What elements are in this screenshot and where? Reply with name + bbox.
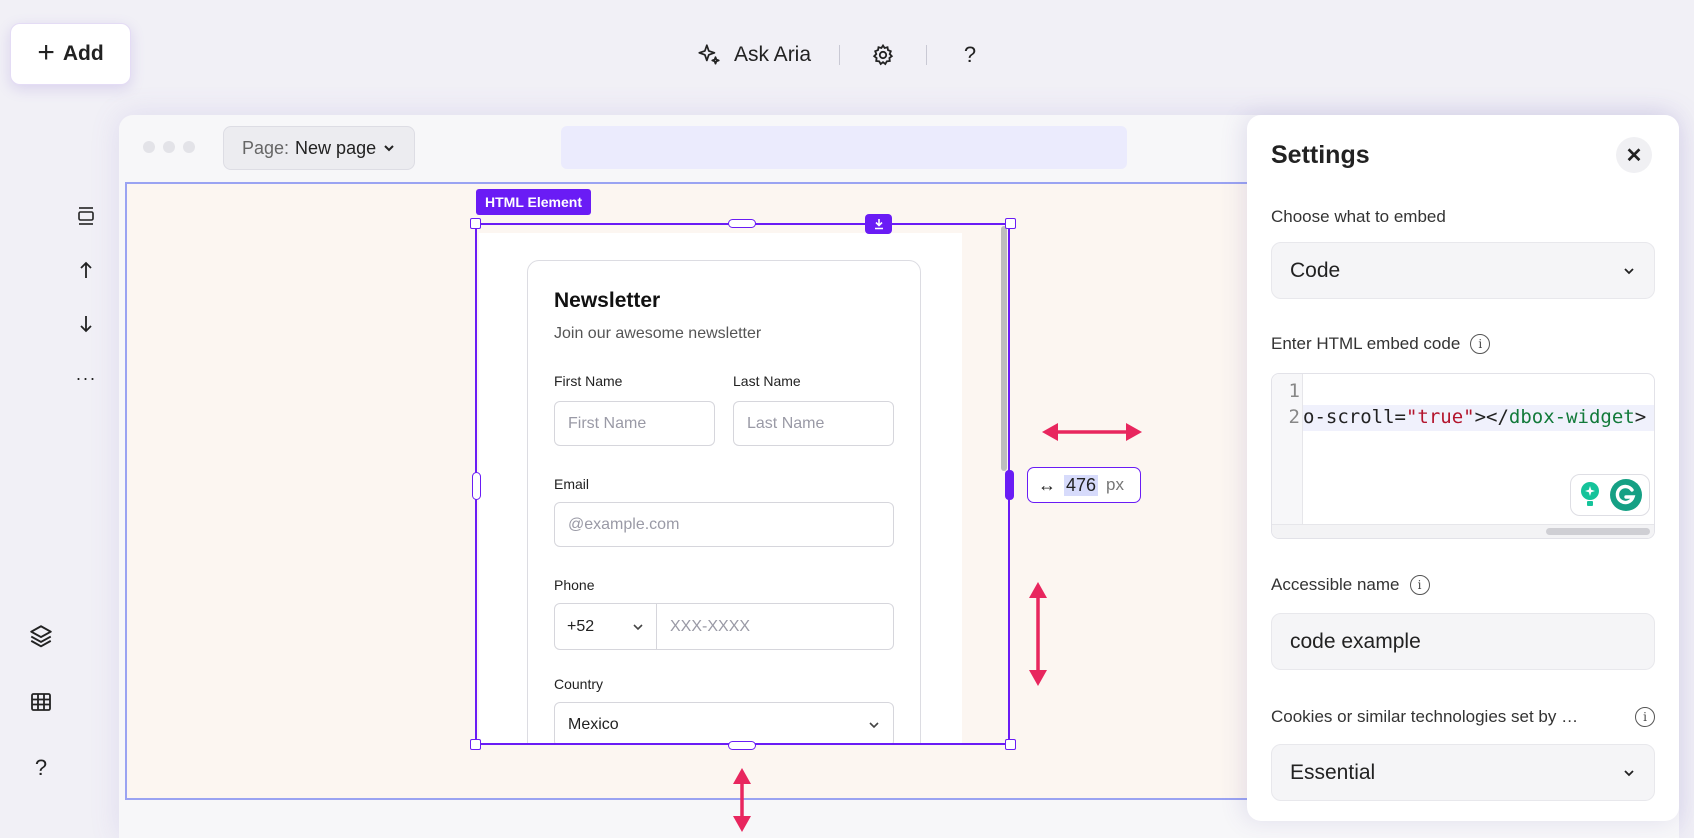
resize-handle-right-active[interactable] xyxy=(1005,470,1014,500)
vertical-guide-arrow xyxy=(1029,582,1047,686)
close-button[interactable]: ✕ xyxy=(1616,137,1652,173)
stretch-handle[interactable] xyxy=(865,214,892,234)
divider xyxy=(839,45,841,65)
horizontal-guide-arrow xyxy=(1042,423,1142,441)
ask-aria-button[interactable]: Ask Aria xyxy=(696,42,811,68)
width-value: 476 xyxy=(1064,474,1099,496)
width-unit: px xyxy=(1106,475,1125,494)
close-icon: ✕ xyxy=(1625,144,1643,167)
arrow-down-icon xyxy=(80,316,92,333)
move-up-button[interactable] xyxy=(72,254,100,286)
plus-icon: + xyxy=(37,36,55,69)
resize-handle-top[interactable] xyxy=(728,219,756,228)
window-dots xyxy=(143,141,195,153)
page-selector[interactable]: Page: New page xyxy=(223,126,416,170)
cookies-select[interactable]: Essential xyxy=(1271,744,1655,801)
bulb-icon xyxy=(1581,482,1599,506)
embed-code-label: Enter HTML embed code i xyxy=(1271,334,1491,354)
grammarly-widget[interactable] xyxy=(1570,474,1650,516)
resize-handle-top-right[interactable] xyxy=(1005,218,1016,229)
add-button-label: Add xyxy=(62,42,104,65)
chevron-down-icon xyxy=(1624,769,1634,776)
resize-handle-left[interactable] xyxy=(472,472,481,500)
embed-type-select[interactable]: Code xyxy=(1271,242,1655,299)
more-icon: ··· xyxy=(75,367,97,388)
settings-button[interactable] xyxy=(868,40,898,70)
chevron-down-icon xyxy=(1624,267,1634,274)
grammarly-icon xyxy=(1610,479,1642,511)
sparkle-icon xyxy=(698,44,720,65)
settings-panel: Settings ✕ Choose what to embed Code Ent… xyxy=(1247,115,1679,821)
top-toolbar: Ask Aria ? xyxy=(696,38,985,72)
embed-type-value: Code xyxy=(1290,258,1341,282)
line-number: 2 xyxy=(1288,406,1300,428)
accessible-name-input[interactable]: code example xyxy=(1271,613,1655,670)
move-down-button[interactable] xyxy=(72,308,100,340)
sidebar-help-button[interactable]: ? xyxy=(24,752,58,784)
line-number: 1 xyxy=(1288,380,1300,402)
grid-button[interactable] xyxy=(24,686,58,718)
more-options-button[interactable]: ··· xyxy=(72,362,100,394)
page-selector-value: New page xyxy=(295,137,377,158)
layers-button[interactable] xyxy=(24,620,58,652)
code-horizontal-scrollbar[interactable] xyxy=(1272,524,1654,538)
settings-title: Settings xyxy=(1271,141,1370,169)
layout-tool[interactable] xyxy=(72,200,100,232)
info-icon[interactable]: i xyxy=(1635,707,1655,727)
add-button[interactable]: + Add xyxy=(10,23,131,85)
width-input[interactable]: ↔ 476 px xyxy=(1027,467,1141,503)
resize-handle-top-left[interactable] xyxy=(470,218,481,229)
ask-aria-label: Ask Aria xyxy=(734,43,812,66)
cookies-label: Cookies or similar technologies set by …… xyxy=(1271,707,1655,727)
gear-icon xyxy=(872,43,894,66)
left-sidebar: ? xyxy=(24,620,58,784)
bottom-guide-arrow xyxy=(733,768,751,832)
help-label: ? xyxy=(963,42,977,67)
arrow-up-icon xyxy=(80,261,92,278)
resize-handle-bottom-right[interactable] xyxy=(1005,739,1016,750)
cookies-value: Essential xyxy=(1290,760,1376,784)
accessible-name-label: Accessible name i xyxy=(1271,575,1430,595)
chevron-down-icon xyxy=(384,145,394,152)
download-icon xyxy=(874,219,883,230)
accessible-name-value: code example xyxy=(1290,629,1421,653)
layers-icon xyxy=(30,625,52,648)
code-editor[interactable]: 1 2 o-scroll="true"></dbox-widget> xyxy=(1271,373,1655,539)
horizontal-resize-icon: ↔ xyxy=(1038,474,1056,495)
embed-scrollbar[interactable] xyxy=(1001,226,1007,471)
divider xyxy=(926,45,928,65)
info-icon[interactable]: i xyxy=(1470,334,1491,354)
sidebar-help-label: ? xyxy=(34,755,48,780)
embed-type-label: Choose what to embed xyxy=(1271,207,1446,226)
help-button[interactable]: ? xyxy=(955,40,985,70)
stack-icon xyxy=(78,207,94,225)
code-line: o-scroll="true"></dbox-widget> xyxy=(1303,406,1647,428)
grid-icon xyxy=(31,693,51,711)
selection-box[interactable] xyxy=(475,223,1010,745)
element-tools: ··· xyxy=(72,200,100,394)
url-bar[interactable] xyxy=(561,126,1127,169)
element-type-tag[interactable]: HTML Element xyxy=(476,189,591,215)
info-icon[interactable]: i xyxy=(1409,575,1430,595)
resize-handle-bottom-left[interactable] xyxy=(470,739,481,750)
page-selector-label: Page: xyxy=(242,137,290,158)
resize-handle-bottom[interactable] xyxy=(728,741,756,750)
